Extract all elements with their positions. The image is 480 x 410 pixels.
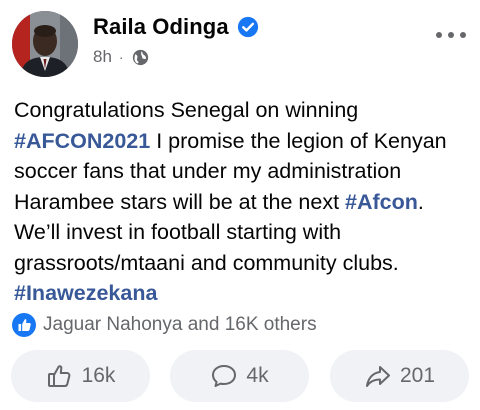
like-count: 16k [81, 364, 116, 387]
post-text: Congratulations Senegal on winning #AFCO… [14, 95, 474, 309]
post-text-part: Congratulations Senegal on winning [14, 98, 359, 122]
meta-separator: · [118, 49, 124, 65]
action-bar: 16k 4k 201 [0, 350, 480, 402]
thumbs-up-icon [47, 365, 70, 387]
avatar[interactable] [12, 11, 78, 77]
globe-icon [132, 49, 148, 65]
reactions-summary[interactable]: Jaguar Nahonya and 16K others [12, 313, 317, 337]
like-button[interactable]: 16k [11, 350, 150, 402]
reactions-text: Jaguar Nahonya and 16K others [43, 314, 317, 335]
comment-count: 4k [246, 364, 269, 387]
comment-bubble-icon [212, 365, 237, 387]
post-header: Raila Odinga 8h · [0, 0, 480, 90]
share-button[interactable]: 201 [330, 350, 469, 402]
like-reaction-icon [12, 313, 36, 337]
hashtag-afcon2021[interactable]: #AFCON2021 [14, 129, 150, 153]
more-options-icon[interactable] [436, 28, 466, 42]
author-name[interactable]: Raila Odinga [93, 14, 229, 40]
share-count: 201 [399, 364, 436, 387]
share-arrow-icon [365, 366, 390, 387]
comment-button[interactable]: 4k [170, 350, 309, 402]
hashtag-inawezekana[interactable]: #Inawezekana [14, 281, 157, 305]
hashtag-afcon[interactable]: #Afcon [345, 190, 418, 214]
verified-badge-icon [237, 16, 258, 38]
post-time[interactable]: 8h [93, 47, 112, 67]
post-meta: 8h · [93, 47, 149, 67]
